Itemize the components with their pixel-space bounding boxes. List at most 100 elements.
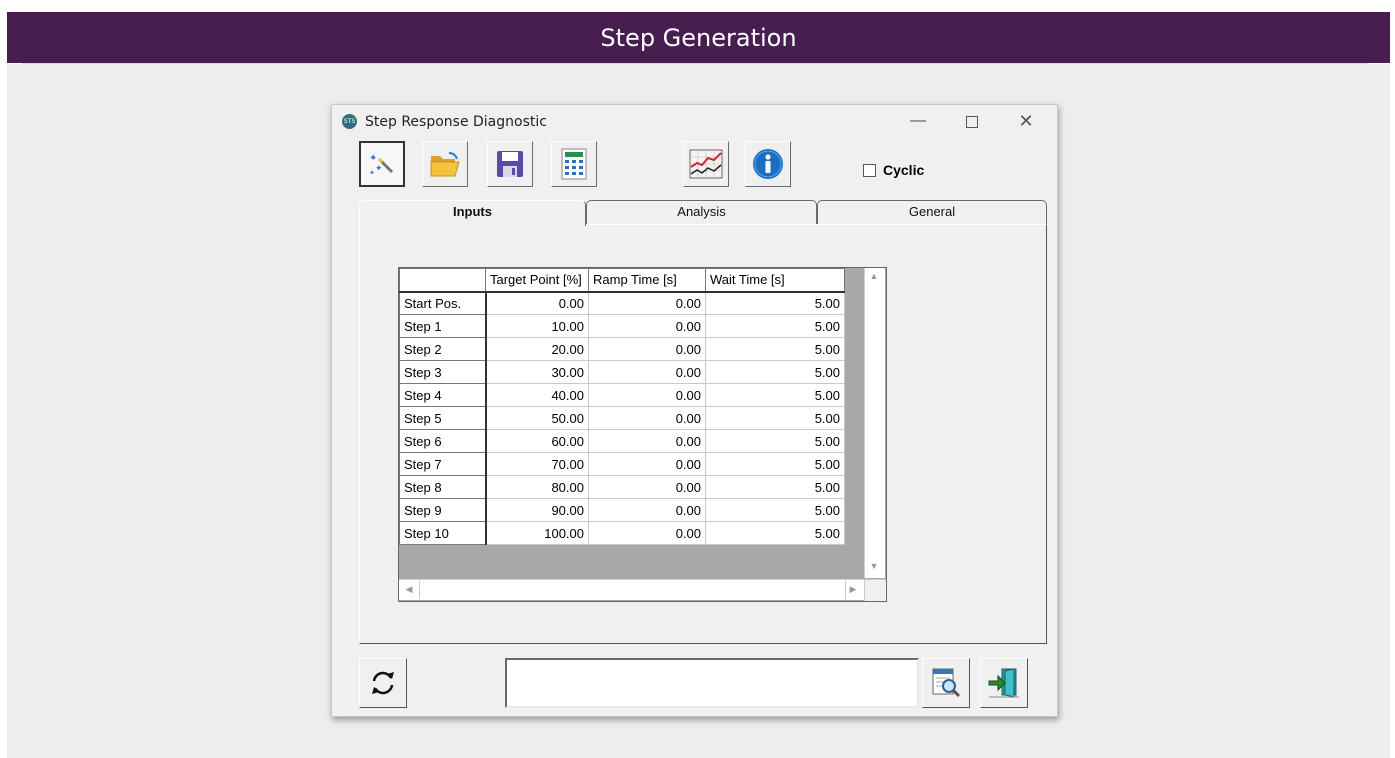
scroll-right-icon[interactable]: ▶ bbox=[844, 584, 862, 595]
wait-time-cell[interactable]: 5.00 bbox=[705, 314, 845, 338]
status-field[interactable] bbox=[505, 658, 919, 708]
table-row: Step 8 80.00 0.00 5.00 bbox=[399, 475, 845, 499]
tab-inputs-label: Inputs bbox=[453, 204, 492, 219]
refresh-button[interactable] bbox=[359, 658, 407, 708]
target-point-cell[interactable]: 50.00 bbox=[485, 406, 589, 430]
calculator-button[interactable] bbox=[551, 141, 597, 187]
minimize-icon: — bbox=[910, 112, 926, 129]
target-point-cell[interactable]: 0.00 bbox=[485, 291, 589, 315]
wait-time-cell[interactable]: 5.00 bbox=[705, 291, 845, 315]
tab-general-label: General bbox=[908, 204, 956, 219]
ramp-time-cell[interactable]: 0.00 bbox=[588, 429, 706, 453]
horizontal-scrollbar[interactable]: ◀ ▶ bbox=[399, 579, 864, 600]
tab-analysis[interactable]: Analysis bbox=[586, 200, 817, 224]
wait-time-cell[interactable]: 5.00 bbox=[705, 521, 845, 545]
maximize-icon bbox=[966, 116, 978, 128]
wait-time-cell[interactable]: 5.00 bbox=[705, 360, 845, 384]
app-icon: STS bbox=[342, 114, 357, 129]
target-point-cell[interactable]: 40.00 bbox=[485, 383, 589, 407]
refresh-icon bbox=[372, 671, 394, 695]
line-chart-icon bbox=[689, 149, 723, 179]
table-row: Step 3 30.00 0.00 5.00 bbox=[399, 360, 845, 384]
close-icon: ✕ bbox=[1018, 111, 1034, 131]
ramp-time-cell[interactable]: 0.00 bbox=[588, 314, 706, 338]
minimize-button[interactable]: — bbox=[900, 110, 936, 134]
scroll-down-icon[interactable]: ▼ bbox=[865, 561, 883, 571]
row-header: Step 1 bbox=[399, 314, 487, 338]
calculator-icon bbox=[561, 148, 587, 180]
svg-text:✦: ✦ bbox=[369, 169, 375, 177]
column-header-target[interactable]: Target Point [%] bbox=[485, 268, 589, 293]
target-point-cell[interactable]: 20.00 bbox=[485, 337, 589, 361]
table-row: Step 1 10.00 0.00 5.00 bbox=[399, 314, 845, 338]
target-point-cell[interactable]: 30.00 bbox=[485, 360, 589, 384]
magnifier-document-icon bbox=[932, 668, 961, 698]
ramp-time-cell[interactable]: 0.00 bbox=[588, 360, 706, 384]
row-header: Step 3 bbox=[399, 360, 487, 384]
wait-time-cell[interactable]: 5.00 bbox=[705, 429, 845, 453]
ramp-time-cell[interactable]: 0.00 bbox=[588, 337, 706, 361]
close-button[interactable]: ✕ bbox=[1008, 110, 1044, 134]
row-header: Step 2 bbox=[399, 337, 487, 361]
ramp-time-cell[interactable]: 0.00 bbox=[588, 475, 706, 499]
info-button[interactable] bbox=[745, 141, 791, 187]
grid-header-row: Target Point [%] Ramp Time [s] Wait Time… bbox=[399, 268, 845, 293]
floppy-disk-icon bbox=[497, 151, 523, 177]
exit-door-icon bbox=[988, 668, 1019, 698]
target-point-cell[interactable]: 100.00 bbox=[485, 521, 589, 545]
tab-inputs[interactable]: Inputs bbox=[359, 200, 586, 226]
save-button[interactable] bbox=[487, 141, 533, 187]
table-row: Step 10 100.00 0.00 5.00 bbox=[399, 521, 845, 545]
step-response-window: STS Step Response Diagnostic — ✕ ✦ ✦ ✦ C… bbox=[331, 104, 1058, 717]
column-header-wait[interactable]: Wait Time [s] bbox=[705, 268, 845, 293]
magic-wand-icon: ✦ ✦ ✦ bbox=[369, 153, 394, 177]
exit-button[interactable] bbox=[980, 658, 1028, 708]
column-header-ramp[interactable]: Ramp Time [s] bbox=[588, 268, 706, 293]
row-header: Step 8 bbox=[399, 475, 487, 499]
inputs-panel: Target Point [%] Ramp Time [s] Wait Time… bbox=[359, 224, 1047, 644]
target-point-cell[interactable]: 90.00 bbox=[485, 498, 589, 522]
tab-general[interactable]: General bbox=[817, 200, 1047, 224]
target-point-cell[interactable]: 60.00 bbox=[485, 429, 589, 453]
row-header: Step 10 bbox=[399, 521, 487, 545]
wait-time-cell[interactable]: 5.00 bbox=[705, 475, 845, 499]
scroll-left-icon[interactable]: ◀ bbox=[400, 584, 418, 595]
steps-grid: Target Point [%] Ramp Time [s] Wait Time… bbox=[398, 267, 887, 602]
target-point-cell[interactable]: 10.00 bbox=[485, 314, 589, 338]
wait-time-cell[interactable]: 5.00 bbox=[705, 406, 845, 430]
wait-time-cell[interactable]: 5.00 bbox=[705, 337, 845, 361]
scroll-up-icon[interactable]: ▲ bbox=[865, 271, 883, 281]
horizontal-scroll-thumb[interactable] bbox=[419, 581, 846, 599]
chart-button[interactable] bbox=[683, 141, 729, 187]
cyclic-checkbox-box[interactable] bbox=[863, 163, 876, 177]
target-point-cell[interactable]: 70.00 bbox=[485, 452, 589, 476]
wizard-button[interactable]: ✦ ✦ ✦ bbox=[359, 141, 405, 187]
vertical-scrollbar[interactable]: ▲ ▼ bbox=[864, 268, 885, 578]
table-row: Step 6 60.00 0.00 5.00 bbox=[399, 429, 845, 453]
wait-time-cell[interactable]: 5.00 bbox=[705, 383, 845, 407]
preview-button[interactable] bbox=[922, 658, 970, 708]
maximize-button[interactable] bbox=[954, 110, 990, 134]
ramp-time-cell[interactable]: 0.00 bbox=[588, 521, 706, 545]
ramp-time-cell[interactable]: 0.00 bbox=[588, 291, 706, 315]
row-header: Step 4 bbox=[399, 383, 487, 407]
svg-text:✦: ✦ bbox=[375, 164, 383, 174]
row-header: Step 9 bbox=[399, 498, 487, 522]
corner-header bbox=[399, 268, 486, 293]
ramp-time-cell[interactable]: 0.00 bbox=[588, 383, 706, 407]
open-button[interactable] bbox=[422, 141, 468, 187]
row-header: Step 7 bbox=[399, 452, 487, 476]
row-header: Step 5 bbox=[399, 406, 487, 430]
cyclic-checkbox[interactable]: Cyclic bbox=[863, 162, 924, 178]
ramp-time-cell[interactable]: 0.00 bbox=[588, 406, 706, 430]
wait-time-cell[interactable]: 5.00 bbox=[705, 452, 845, 476]
svg-text:✦: ✦ bbox=[369, 153, 377, 164]
ramp-time-cell[interactable]: 0.00 bbox=[588, 498, 706, 522]
row-header: Step 6 bbox=[399, 429, 487, 453]
steps-table: Target Point [%] Ramp Time [s] Wait Time… bbox=[399, 268, 845, 545]
target-point-cell[interactable]: 80.00 bbox=[485, 475, 589, 499]
title-bar[interactable]: STS Step Response Diagnostic — ✕ bbox=[332, 105, 1057, 139]
wait-time-cell[interactable]: 5.00 bbox=[705, 498, 845, 522]
ramp-time-cell[interactable]: 0.00 bbox=[588, 452, 706, 476]
scroll-corner bbox=[864, 579, 886, 601]
